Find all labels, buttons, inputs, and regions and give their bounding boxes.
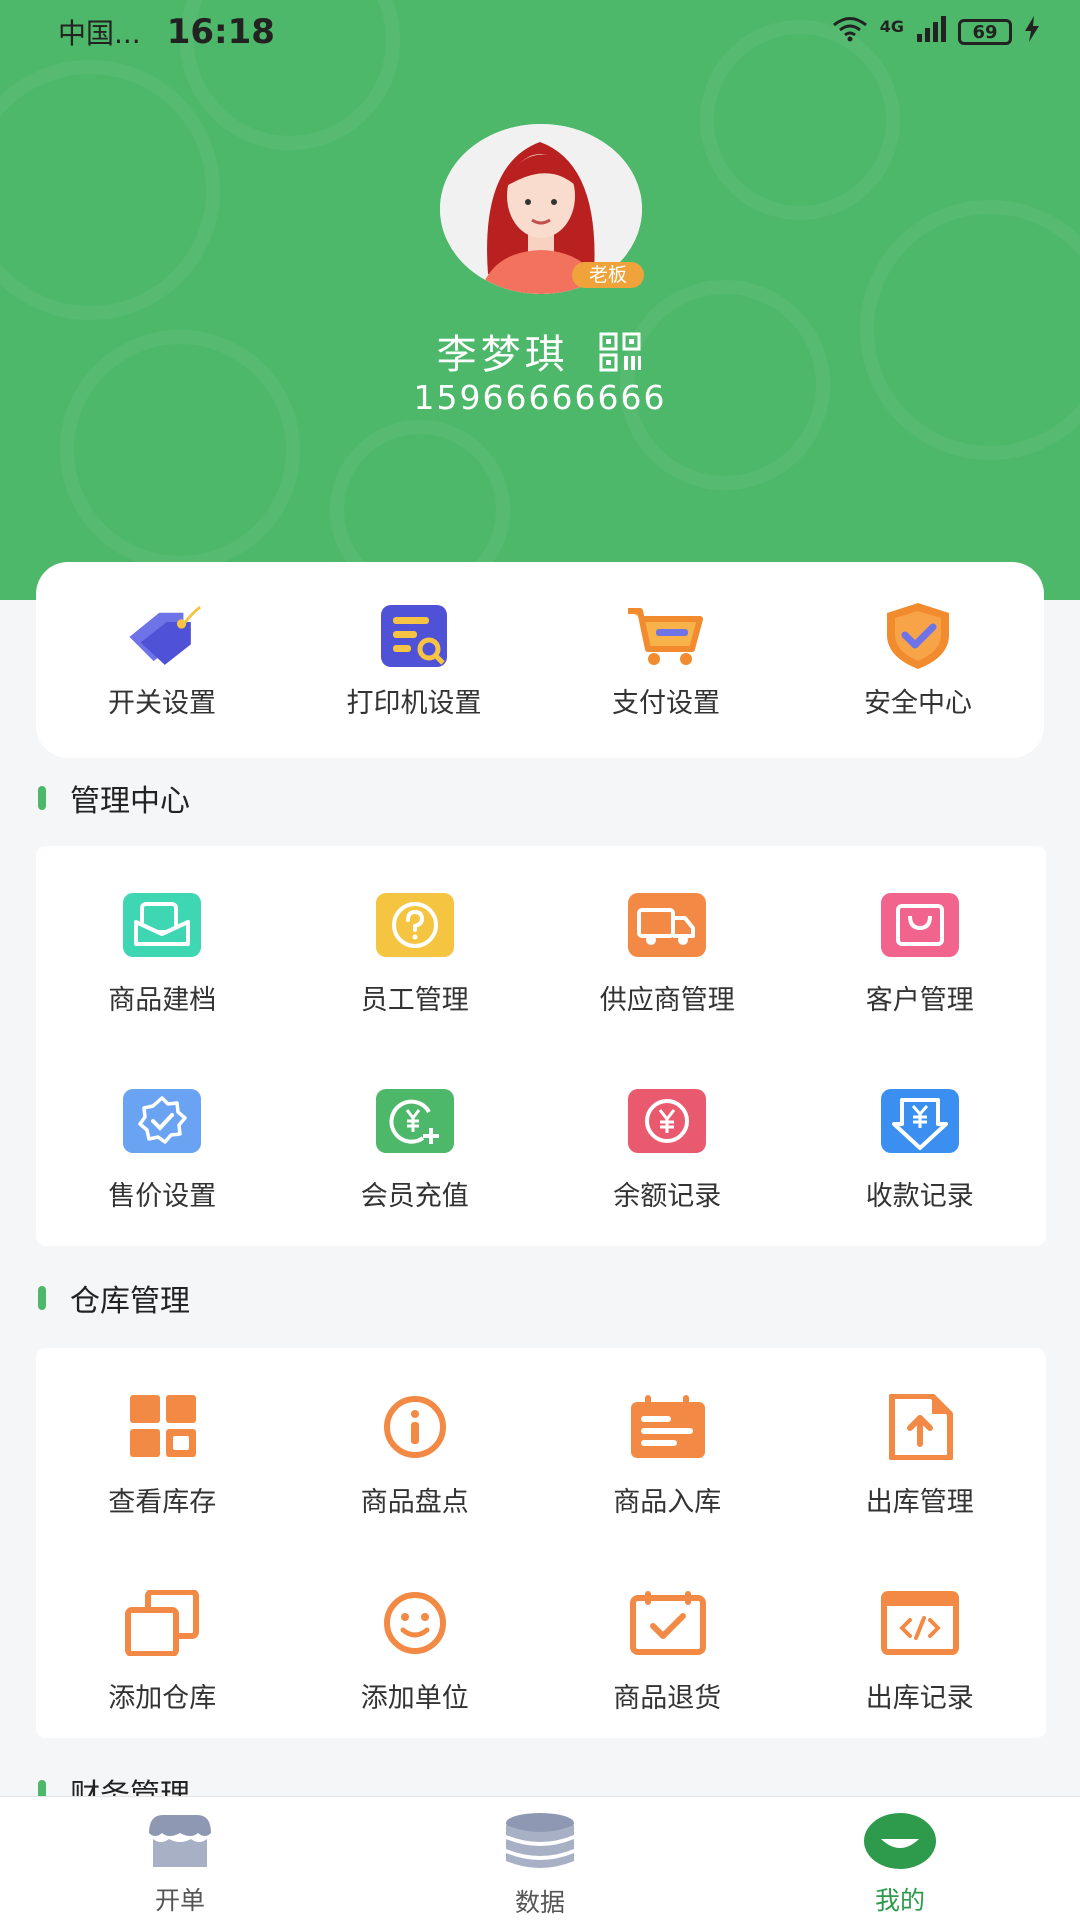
role-badge: 老板 [572,262,644,288]
menu-item-label: 供应商管理 [599,985,735,1016]
status-bar: 中国... 16:18 4G 69 [0,0,1080,64]
bag-icon [880,892,960,958]
battery-indicator: 69 [958,19,1012,45]
code-window-icon [880,1590,960,1656]
badge-check-icon [122,1088,202,1154]
shield-icon [878,601,958,671]
file-upload-icon [880,1394,960,1460]
menu-item-product-return[interactable]: 商品退货 [541,1590,794,1786]
printer-icon [374,601,454,671]
menu-item-label: 售价设置 [108,1181,217,1212]
mail-icon [122,892,202,958]
menu-item-member-recharge[interactable]: 会员充值 [289,1088,542,1284]
section-warehouse-title: 仓库管理 [38,1276,190,1320]
status-time: 16:18 [166,12,275,52]
menu-item-label: 客户管理 [865,985,974,1016]
menu-item-label: 商品入库 [613,1487,722,1518]
copy-icon [122,1590,202,1656]
quick-actions-card: 开关设置 打印机设置 支付设置 安全中心 [36,562,1044,758]
bottom-tab-bar: 开单 数据 我的 [0,1796,1080,1920]
status-carrier: 中国... [58,17,141,50]
menu-item-product-archive[interactable]: 商品建档 [36,892,289,1088]
menu-item-stock-check[interactable]: 商品盘点 [289,1394,542,1590]
section-title-text: 管理中心 [70,784,190,819]
signal-icon [916,15,946,49]
calendar-check-icon [627,1590,707,1656]
calendar-list-icon [627,1394,707,1460]
menu-item-label: 商品盘点 [360,1487,469,1518]
profile-header: 中国... 16:18 4G 69 老板 李梦琪 15966666666 [0,0,1080,600]
tab-mine[interactable]: 我的 [720,1797,1080,1920]
yen-circle-icon [627,1088,707,1154]
menu-item-label: 商品建档 [108,985,217,1016]
profile-icon [863,1811,937,1875]
menu-item-label: 商品退货 [613,1683,722,1714]
menu-item-label: 查看库存 [108,1487,217,1518]
tag-icon [122,601,202,671]
wifi-icon [832,16,868,49]
menu-item-supplier-management[interactable]: 供应商管理 [541,892,794,1088]
tab-order[interactable]: 开单 [0,1797,360,1920]
charging-icon [1024,15,1040,49]
quick-action-label: 安全中心 [864,687,972,719]
network-type: 4G [879,16,904,36]
quick-action-label: 打印机设置 [346,687,482,719]
cart-icon [626,601,706,671]
quick-action-printer-settings[interactable]: 打印机设置 [294,601,534,720]
menu-item-stock-out-records[interactable]: 出库记录 [794,1590,1047,1786]
warehouse-grid: 查看库存 商品盘点 商品入库 出库管理 添加仓库 添加单位 商品退货 出库记录 [36,1348,1046,1738]
menu-item-label: 出库记录 [865,1683,974,1714]
tab-label: 我的 [874,1886,925,1915]
menu-item-label: 添加单位 [360,1683,469,1714]
database-icon [503,1811,577,1877]
section-title-text: 仓库管理 [70,1284,190,1319]
truck-icon [627,892,707,958]
section-accent-bar [38,786,46,810]
menu-item-add-warehouse[interactable]: 添加仓库 [36,1590,289,1786]
menu-item-customer-management[interactable]: 客户管理 [794,892,1047,1088]
section-management-title: 管理中心 [38,776,190,820]
menu-item-stock-out-management[interactable]: 出库管理 [794,1394,1047,1590]
quick-action-label: 支付设置 [612,687,720,719]
yen-download-icon [880,1088,960,1154]
shop-icon [143,1811,217,1875]
question-icon [375,892,455,958]
menu-item-label: 出库管理 [865,1487,974,1518]
user-name-text: 李梦琪 [436,332,569,378]
menu-item-balance-records[interactable]: 余额记录 [541,1088,794,1284]
management-grid: 商品建档 员工管理 供应商管理 客户管理 售价设置 会员充值 余额记录 收款记录 [36,846,1046,1246]
menu-item-label: 收款记录 [865,1181,974,1212]
menu-item-stock-in[interactable]: 商品入库 [541,1394,794,1590]
qrcode-icon[interactable] [599,332,643,382]
tab-label: 开单 [154,1886,205,1915]
tab-label: 数据 [514,1888,565,1917]
user-name: 李梦琪 [0,322,1080,382]
menu-item-payment-records[interactable]: 收款记录 [794,1088,1047,1284]
menu-item-label: 会员充值 [360,1181,469,1212]
info-icon [375,1394,455,1460]
section-accent-bar [38,1286,46,1310]
smile-icon [375,1590,455,1656]
quick-action-label: 开关设置 [108,687,216,719]
user-phone: 15966666666 [413,378,667,417]
menu-item-view-stock[interactable]: 查看库存 [36,1394,289,1590]
menu-item-label: 员工管理 [360,985,469,1016]
quick-action-security-center[interactable]: 安全中心 [798,601,1038,720]
quick-action-switch-settings[interactable]: 开关设置 [42,601,282,720]
menu-item-staff-management[interactable]: 员工管理 [289,892,542,1088]
quick-action-payment-settings[interactable]: 支付设置 [546,601,786,720]
menu-item-add-unit[interactable]: 添加单位 [289,1590,542,1786]
menu-item-price-settings[interactable]: 售价设置 [36,1088,289,1284]
grid-icon [122,1394,202,1460]
yen-plus-icon [375,1088,455,1154]
menu-item-label: 余额记录 [613,1181,722,1212]
menu-item-label: 添加仓库 [108,1683,217,1714]
tab-data[interactable]: 数据 [360,1797,720,1920]
